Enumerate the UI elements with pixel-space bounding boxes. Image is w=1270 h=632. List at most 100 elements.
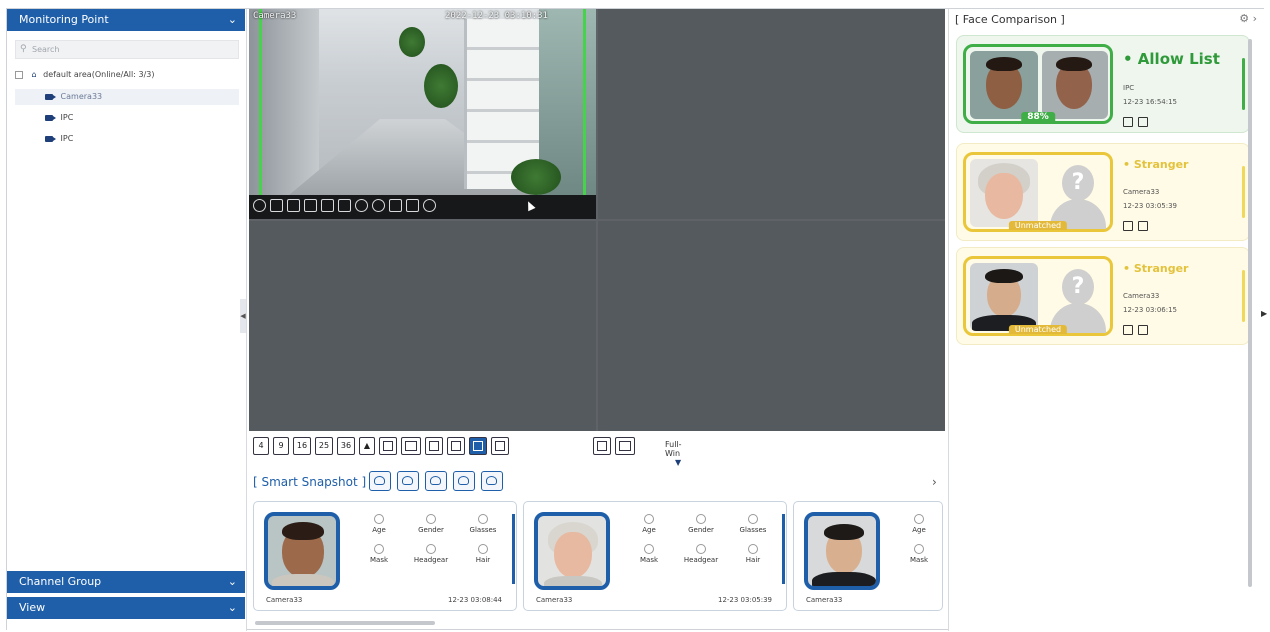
- stop-icon[interactable]: [253, 199, 266, 212]
- video-window-3[interactable]: [249, 221, 596, 431]
- collapse-box-icon[interactable]: [15, 70, 23, 79]
- person-filter-icon[interactable]: [397, 471, 419, 491]
- layout-16-button[interactable]: 16: [293, 437, 311, 455]
- osd-timestamp: 2022-12-23 03:10:31: [445, 11, 548, 21]
- bike-filter-icon[interactable]: [453, 471, 475, 491]
- car-filter-icon[interactable]: [481, 471, 503, 491]
- home-icon: ⌂: [31, 70, 37, 79]
- tree-channel-row[interactable]: IPC: [15, 110, 239, 126]
- glasses-icon: [748, 514, 758, 524]
- panel-controls: ⚙ ›: [1239, 12, 1257, 25]
- mask-icon: [914, 544, 924, 554]
- alarm-icon[interactable]: [406, 199, 419, 212]
- playback-icon[interactable]: [1123, 221, 1133, 231]
- vehicle-filter-icon[interactable]: [425, 471, 447, 491]
- snapshot-card[interactable]: Age Gender Glasses Mask Headgear Hair Ca…: [523, 501, 787, 611]
- chevron-down-icon[interactable]: ⌄: [228, 9, 237, 31]
- osd-toggle-icon[interactable]: [401, 437, 421, 455]
- video-window-4[interactable]: [598, 221, 945, 431]
- monitoring-point-header[interactable]: Monitoring Point ⌄: [7, 9, 245, 31]
- layout-9-button[interactable]: 9: [273, 437, 289, 455]
- attr-headgear: Headgear: [406, 544, 456, 564]
- expand-icon[interactable]: [389, 199, 402, 212]
- face-match-card[interactable]: ? Unmatched • Stranger Camera33 12-23 03…: [956, 143, 1250, 241]
- attr-hair: Hair: [458, 544, 508, 564]
- attr-mask: Mask: [894, 544, 942, 564]
- playback-icon[interactable]: [1123, 325, 1133, 335]
- record-icon[interactable]: [270, 199, 283, 212]
- snapshot-face-image: [534, 512, 610, 590]
- layout-36-button[interactable]: 36: [337, 437, 355, 455]
- collapse-left-handle[interactable]: ◀: [240, 299, 246, 333]
- playback-icon[interactable]: [1123, 117, 1133, 127]
- tree-channel-row[interactable]: Camera33: [15, 89, 239, 105]
- chevron-down-icon[interactable]: ⌄: [228, 571, 237, 593]
- tree-channel-row[interactable]: IPC: [15, 131, 239, 147]
- detail-icon[interactable]: [1138, 221, 1148, 231]
- age-icon: [644, 514, 654, 524]
- hair-icon: [478, 544, 488, 554]
- snapshot-face-image: [264, 512, 340, 590]
- sequence-icon[interactable]: [447, 437, 465, 455]
- snapshot-time: 12-23 03:05:39: [717, 596, 772, 604]
- collapse-right-handle[interactable]: ▶: [1261, 309, 1267, 329]
- zoom-in-icon[interactable]: [355, 199, 368, 212]
- face-filter-icon[interactable]: [369, 471, 391, 491]
- snapshot-card[interactable]: Age Gender Glasses Mask Headgear Hair Ca…: [253, 501, 517, 611]
- hair-icon: [748, 544, 758, 554]
- unmatched-badge: Unmatched: [1008, 221, 1068, 230]
- snapshot-icon[interactable]: [287, 199, 300, 212]
- snapshot-card[interactable]: Age Mask Camera33: [793, 501, 943, 611]
- video-window-2[interactable]: [598, 9, 945, 219]
- more-layouts-icon[interactable]: ▲: [359, 437, 375, 455]
- age-icon: [374, 514, 384, 524]
- close-all-icon[interactable]: [491, 437, 509, 455]
- unknown-person-icon: ?: [1050, 159, 1106, 229]
- face-comparison-title: [ Face Comparison ]: [955, 13, 1065, 26]
- face-match-card[interactable]: 88% • Allow List IPC 12-23 16:54:15: [956, 35, 1250, 133]
- detail-icon[interactable]: [1138, 325, 1148, 335]
- zoom-out-icon[interactable]: [372, 199, 385, 212]
- display-mode-icon[interactable]: [615, 437, 635, 455]
- card-actions: [1123, 320, 1153, 339]
- detail-icon[interactable]: [1138, 117, 1148, 127]
- single-screen-icon[interactable]: [379, 437, 397, 455]
- microphone-icon[interactable]: [321, 199, 334, 212]
- view-header[interactable]: View ⌄: [7, 597, 245, 619]
- smart-snapshot-title: [ Smart Snapshot ]: [253, 475, 367, 489]
- chevron-right-icon[interactable]: ›: [932, 475, 937, 489]
- similarity-badge: 88%: [1021, 112, 1055, 122]
- settings-icon[interactable]: ⚙: [1239, 12, 1249, 25]
- attr-age: Age: [354, 514, 404, 534]
- full-win-select[interactable]: Full-Win ▼: [665, 440, 682, 467]
- chevron-right-icon[interactable]: ›: [1253, 12, 1257, 25]
- attr-gender: Gender: [676, 514, 726, 534]
- save-view-icon[interactable]: [593, 437, 611, 455]
- tree-area-row[interactable]: ⌂ default area(Online/All: 3/3): [15, 67, 241, 83]
- smart-view-icon[interactable]: [469, 437, 487, 455]
- camera-icon: [45, 135, 56, 142]
- horizontal-scrollbar[interactable]: [255, 621, 435, 625]
- layout-25-button[interactable]: 25: [315, 437, 333, 455]
- chevron-down-icon[interactable]: ⌄: [228, 597, 237, 619]
- video-grid: Camera33 2022-12-23 03:10:31: [249, 9, 945, 431]
- video-window-1[interactable]: Camera33 2022-12-23 03:10:31: [249, 9, 596, 219]
- full-win-label: Full-Win: [665, 440, 682, 458]
- attr-mask: Mask: [624, 544, 674, 564]
- osd-camera-name: Camera33: [253, 11, 297, 21]
- audio-icon[interactable]: [304, 199, 317, 212]
- channel-group-header[interactable]: Channel Group ⌄: [7, 571, 245, 593]
- match-source: Camera33: [1123, 188, 1160, 196]
- face-match-card[interactable]: ? Unmatched • Stranger Camera33 12-23 03…: [956, 247, 1250, 345]
- area-label: default area(Online/All: 3/3): [43, 70, 155, 79]
- fullscreen-icon[interactable]: [338, 199, 351, 212]
- camera-icon: [45, 93, 56, 100]
- ptz-icon[interactable]: [423, 199, 436, 212]
- vertical-scrollbar[interactable]: [1248, 39, 1252, 587]
- live-video-feed[interactable]: Camera33 2022-12-23 03:10:31: [249, 9, 596, 195]
- attr-age: Age: [624, 514, 674, 534]
- unknown-person-icon: ?: [1050, 263, 1106, 333]
- audio-toggle-icon[interactable]: [425, 437, 443, 455]
- search-input[interactable]: ⚲ Search: [15, 40, 239, 59]
- layout-4-button[interactable]: 4: [253, 437, 269, 455]
